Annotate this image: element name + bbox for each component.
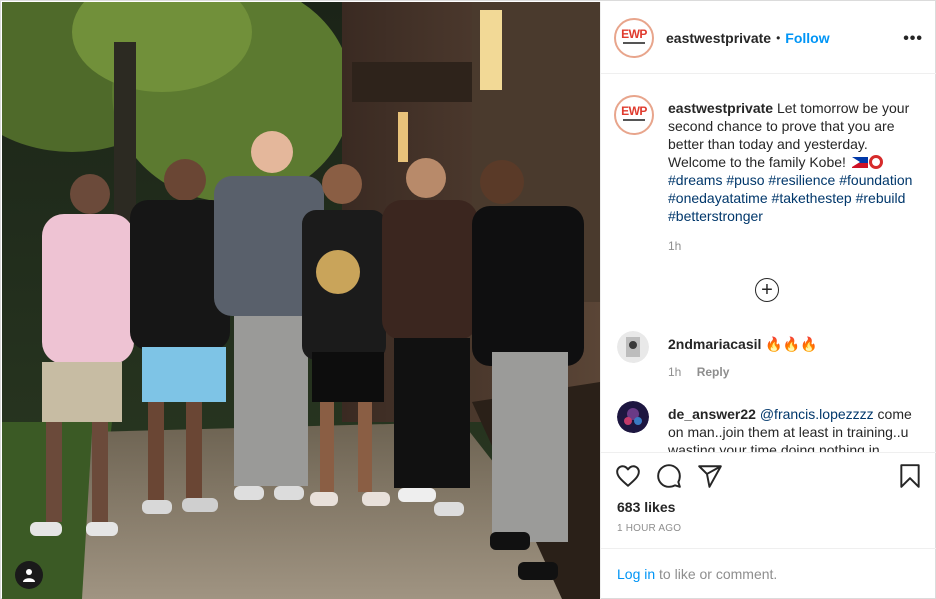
avatar-image: [617, 331, 649, 363]
avatar-logo: EWP: [621, 26, 647, 41]
post-modal: EWP eastwestprivate • Follow ••• EWP eas…: [0, 0, 936, 599]
bookmark-icon[interactable]: [897, 463, 923, 489]
caption-timestamp: 1h: [668, 239, 682, 253]
hashtag-link[interactable]: #betterstronger: [668, 208, 763, 224]
paper-plane-icon[interactable]: [697, 463, 723, 489]
caption-avatar[interactable]: EWP: [614, 95, 654, 135]
philippines-flag-icon: [851, 157, 868, 168]
reply-button[interactable]: Reply: [697, 365, 730, 379]
avatar-image: [617, 401, 649, 433]
comment-username[interactable]: 2ndmariacasil: [668, 336, 761, 352]
commenter-avatar[interactable]: [617, 331, 649, 363]
commenter-avatar[interactable]: [617, 401, 649, 433]
post-header: EWP eastwestprivate • Follow •••: [601, 2, 936, 74]
hashtag-link[interactable]: #foundation: [839, 172, 912, 188]
hashtag-link[interactable]: #rebuild: [856, 190, 906, 206]
login-prompt-text: to like or comment.: [659, 566, 778, 582]
login-link[interactable]: Log in: [617, 566, 655, 582]
hashtag-link[interactable]: #dreams: [668, 172, 722, 188]
hashtag-link[interactable]: #puso: [726, 172, 764, 188]
author-avatar[interactable]: EWP: [614, 17, 654, 58]
photo-image: [2, 2, 600, 599]
post-timestamp[interactable]: 1 HOUR AGO: [617, 523, 681, 534]
author-username[interactable]: eastwestprivate: [666, 30, 771, 46]
hashtag-link[interactable]: #takethestep: [772, 190, 852, 206]
hashtag-link[interactable]: #resilience: [768, 172, 835, 188]
hashtag-link[interactable]: #onedayatatime: [668, 190, 768, 206]
comment-timestamp: 1h: [668, 365, 682, 379]
comment-text: de_answer22 @francis.lopezzzz come on ma…: [668, 405, 918, 452]
separator-dot: •: [776, 30, 781, 45]
caption-text: eastwestprivate Let tomorrow be your sec…: [668, 99, 922, 225]
heart-icon[interactable]: [615, 463, 641, 489]
comment-text: 2ndmariacasil 🔥🔥🔥: [668, 335, 918, 353]
likes-count[interactable]: 683 likes: [617, 499, 675, 515]
comments-scroll-area[interactable]: EWP eastwestprivate Let tomorrow be your…: [601, 75, 936, 452]
comment-meta: 1h Reply: [668, 365, 741, 379]
mention-link[interactable]: @francis.lopezzzz: [760, 406, 874, 422]
comment-login-bar: Log in to like or comment.: [601, 548, 936, 599]
comment-username[interactable]: de_answer22: [668, 406, 756, 422]
load-more-comments-button[interactable]: +: [755, 278, 779, 302]
post-sidebar: EWP eastwestprivate • Follow ••• EWP eas…: [600, 2, 936, 599]
caption-username[interactable]: eastwestprivate: [668, 100, 773, 116]
post-actions: 683 likes 1 HOUR AGO: [601, 452, 936, 548]
ring-emoji-icon: [868, 155, 883, 169]
user-tags-button[interactable]: [15, 561, 43, 589]
more-options-icon[interactable]: •••: [903, 30, 923, 48]
comment-message: 🔥🔥🔥: [765, 336, 818, 352]
avatar-logo: EWP: [621, 104, 647, 118]
post-photo[interactable]: [2, 2, 600, 599]
follow-button[interactable]: Follow: [785, 30, 829, 46]
comment-icon[interactable]: [656, 463, 682, 489]
person-icon: [23, 569, 35, 582]
